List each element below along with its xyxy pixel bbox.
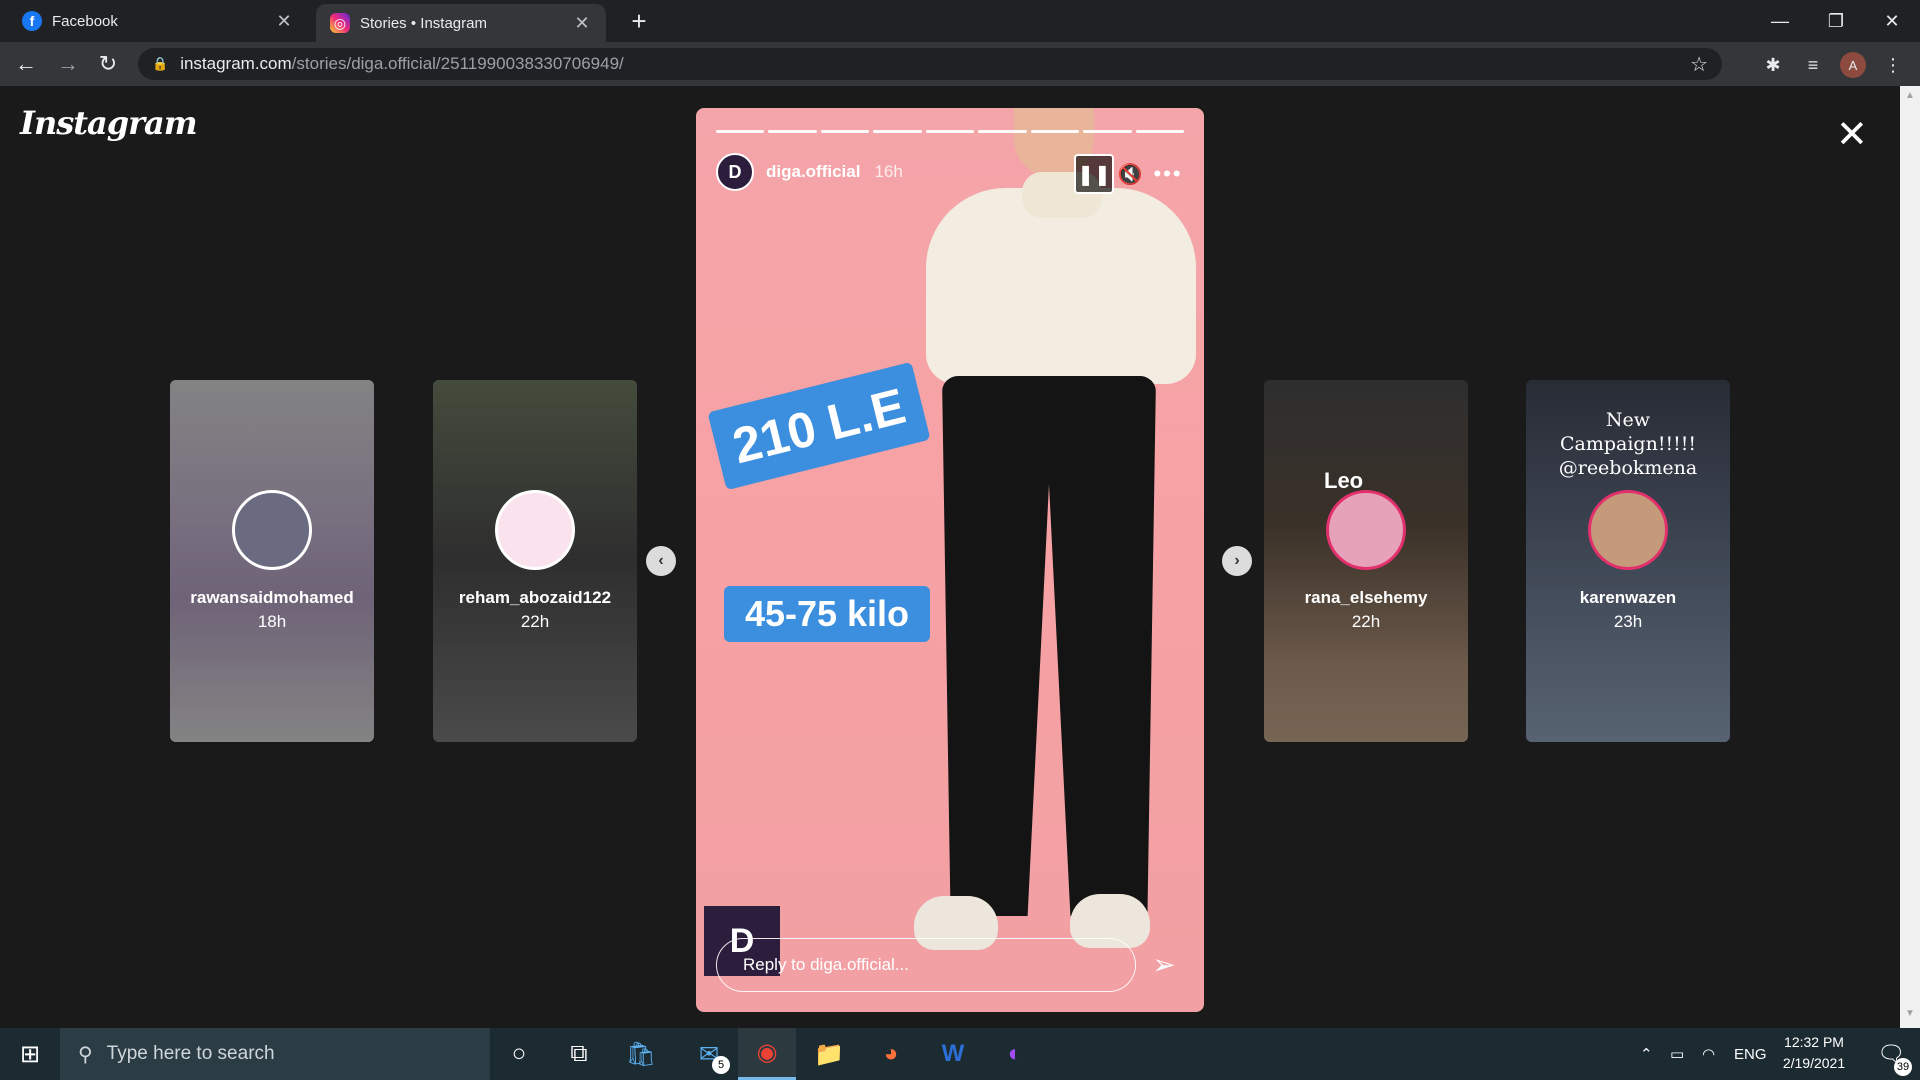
- side-story-karenwazen[interactable]: New Campaign!!!!! @reebokmena karenwazen…: [1526, 380, 1730, 742]
- word-icon[interactable]: W: [924, 1028, 982, 1080]
- forward-button[interactable]: →: [54, 50, 82, 78]
- mute-icon[interactable]: 🔇: [1116, 154, 1144, 194]
- side-story-reham-abozaid122[interactable]: reham_abozaid122 22h: [433, 380, 637, 742]
- tab-title: Facebook: [52, 12, 118, 30]
- bookmark-star-icon[interactable]: ☆: [1690, 52, 1708, 77]
- browser-toolbar: ← → ↻ 🔒 instagram.com/stories/diga.offic…: [0, 42, 1920, 86]
- story-overlay-text: New Campaign!!!!! @reebokmena: [1558, 409, 1698, 479]
- task-view-icon[interactable]: ⧉: [550, 1028, 608, 1080]
- story-header: D diga.official 16h: [716, 152, 903, 192]
- story-progress-bar: [716, 130, 1184, 133]
- side-story-rana-elsehemy[interactable]: Leo rana_elsehemy 22h: [1264, 380, 1468, 742]
- side-story-rawansaidmohamed[interactable]: rawansaidmohamed 18h: [170, 380, 374, 742]
- browser-tab-bar: f Facebook ✕ ◎ Stories • Instagram ✕ + —…: [0, 0, 1920, 42]
- instagram-logo[interactable]: Instagram: [20, 104, 198, 142]
- back-button[interactable]: ←: [12, 50, 40, 78]
- story-avatar: [495, 490, 575, 570]
- story-age: 22h: [520, 612, 550, 631]
- clock-date: 2/19/2021: [1782, 1055, 1846, 1071]
- store-icon[interactable]: 🛍: [612, 1028, 670, 1080]
- search-icon: ⚲: [78, 1043, 93, 1066]
- minimize-button[interactable]: —: [1752, 0, 1808, 42]
- notification-center-icon[interactable]: 🗨 39: [1866, 1028, 1916, 1080]
- scroll-down-icon[interactable]: ▼: [1900, 1008, 1920, 1024]
- mail-icon[interactable]: ✉ 5: [680, 1028, 738, 1080]
- reload-button[interactable]: ↻: [94, 50, 122, 78]
- weight-sticker: 45-75 kilo: [724, 586, 930, 642]
- story-age: 18h: [257, 612, 287, 631]
- instagram-stories-page: Instagram ✕ rawansaidmohamed 18h reham_a…: [0, 86, 1900, 1028]
- show-hidden-icons-icon[interactable]: ⌃: [1640, 1028, 1653, 1080]
- next-story-arrow-icon[interactable]: ›: [1222, 546, 1252, 576]
- restore-button[interactable]: ❐: [1808, 0, 1864, 42]
- story-age: 22h: [1351, 612, 1381, 631]
- url-path: /stories/diga.official/25119900383307069…: [291, 54, 624, 73]
- lock-icon: 🔒: [152, 56, 169, 71]
- close-tab-icon[interactable]: ✕: [572, 13, 592, 34]
- previous-story-arrow-icon[interactable]: ‹: [646, 546, 676, 576]
- story-username: karenwazen: [1579, 588, 1677, 607]
- facebook-icon: f: [22, 11, 42, 31]
- url-host: instagram.com: [180, 54, 292, 73]
- windows-taskbar: ⊞ ⚲ Type here to search ○ ⧉ 🛍 ✉ 5 ◉ 📁 ◕ W…: [0, 1028, 1920, 1080]
- more-options-icon[interactable]: •••: [1148, 154, 1188, 194]
- price-sticker: 210 L.E: [707, 361, 931, 491]
- taskbar-clock[interactable]: 12:32 PM 2/19/2021: [1774, 1032, 1854, 1074]
- clock-time: 12:32 PM: [1784, 1034, 1844, 1050]
- story-username: rana_elsehemy: [1304, 588, 1428, 607]
- instagram-icon: ◎: [330, 13, 350, 33]
- tab-title: Stories • Instagram: [360, 14, 487, 32]
- story-age: 23h: [1613, 612, 1643, 631]
- wifi-icon[interactable]: ◠: [1702, 1028, 1715, 1080]
- tab-facebook[interactable]: f Facebook ✕: [8, 0, 308, 42]
- mail-badge: 5: [712, 1056, 730, 1074]
- firefox-icon[interactable]: ◕: [862, 1028, 920, 1080]
- story-timestamp: 16h: [874, 162, 903, 181]
- close-tab-icon[interactable]: ✕: [274, 11, 294, 32]
- battery-icon[interactable]: ▭: [1670, 1028, 1684, 1080]
- address-bar[interactable]: 🔒 instagram.com/stories/diga.official/25…: [138, 48, 1722, 80]
- story-author-username[interactable]: diga.official: [766, 162, 860, 182]
- taskbar-search-box[interactable]: ⚲ Type here to search: [60, 1028, 490, 1080]
- send-icon[interactable]: ➢: [1144, 944, 1184, 984]
- cortana-icon[interactable]: ○: [490, 1028, 548, 1080]
- reply-input[interactable]: Reply to diga.official...: [716, 938, 1136, 992]
- current-story[interactable]: D diga.official 16h ❚❚ 🔇 ••• 210 L.E 45-…: [696, 108, 1204, 1012]
- menu-kebab-icon[interactable]: ⋮: [1880, 52, 1906, 78]
- page-scrollbar[interactable]: ▲ ▼: [1900, 86, 1920, 1028]
- file-explorer-icon[interactable]: 📁: [800, 1028, 858, 1080]
- new-tab-button[interactable]: +: [624, 6, 654, 37]
- tab-instagram-stories[interactable]: ◎ Stories • Instagram ✕: [316, 4, 606, 42]
- scroll-up-icon[interactable]: ▲: [1900, 90, 1920, 106]
- media-control-icon[interactable]: ≡: [1800, 52, 1826, 78]
- windows-start-icon[interactable]: ⊞: [0, 1028, 60, 1080]
- messenger-icon[interactable]: ◐: [986, 1028, 1044, 1080]
- story-avatar: [232, 490, 312, 570]
- extensions-icon[interactable]: ✱: [1760, 52, 1786, 78]
- pause-button[interactable]: ❚❚: [1074, 154, 1114, 194]
- chrome-icon[interactable]: ◉: [738, 1028, 796, 1080]
- close-stories-icon[interactable]: ✕: [1836, 116, 1868, 154]
- story-avatar: [1326, 490, 1406, 570]
- language-indicator[interactable]: ENG: [1734, 1028, 1767, 1080]
- story-avatar: [1588, 490, 1668, 570]
- search-placeholder: Type here to search: [106, 1043, 275, 1064]
- notification-badge: 39: [1894, 1058, 1912, 1076]
- close-window-button[interactable]: ✕: [1864, 0, 1920, 42]
- story-author-avatar[interactable]: D: [716, 153, 754, 191]
- profile-avatar[interactable]: A: [1840, 52, 1866, 78]
- story-username: rawansaidmohamed: [190, 588, 354, 607]
- story-username: reham_abozaid122: [458, 588, 612, 607]
